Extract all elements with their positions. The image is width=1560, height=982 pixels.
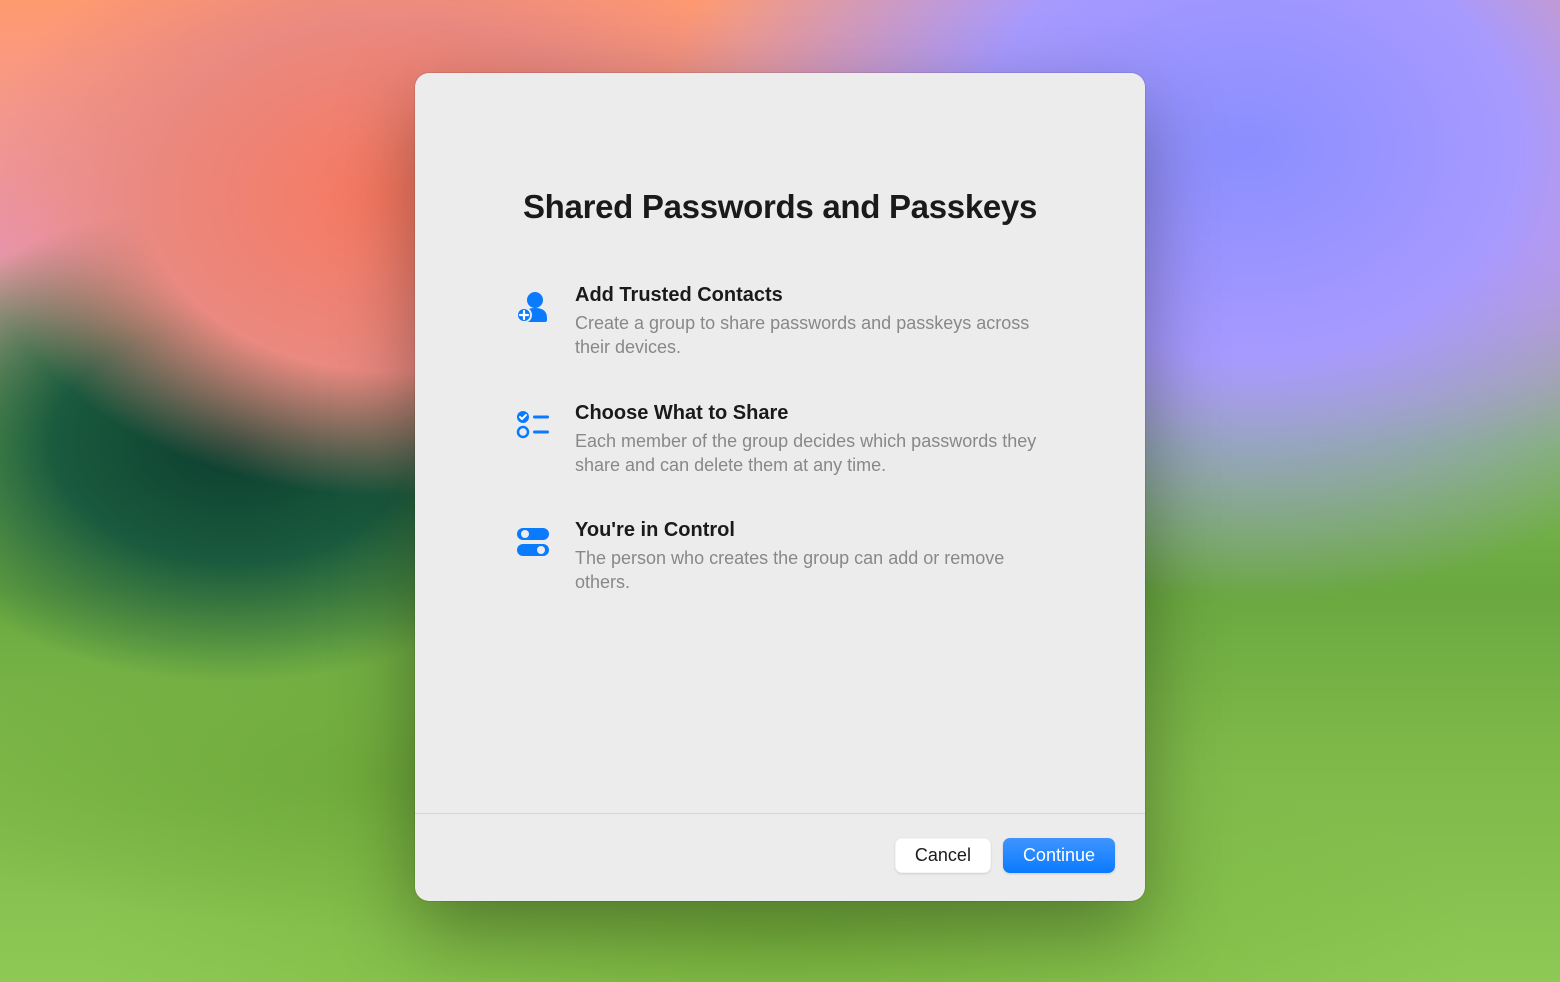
feature-title: Choose What to Share [575, 402, 1045, 425]
feature-text: Add Trusted Contacts Create a group to s… [575, 284, 1045, 360]
feature-text: Choose What to Share Each member of the … [575, 402, 1045, 478]
feature-title: You're in Control [575, 519, 1045, 542]
toggles-icon [515, 523, 551, 559]
feature-description: Create a group to share passwords and pa… [575, 311, 1045, 360]
feature-control: You're in Control The person who creates… [515, 519, 1045, 595]
feature-choose-share: Choose What to Share Each member of the … [515, 402, 1045, 478]
continue-button[interactable]: Continue [1003, 838, 1115, 873]
cancel-button[interactable]: Cancel [895, 838, 991, 873]
feature-add-contacts: Add Trusted Contacts Create a group to s… [515, 284, 1045, 360]
feature-description: The person who creates the group can add… [575, 546, 1045, 595]
dialog-title: Shared Passwords and Passkeys [515, 188, 1045, 226]
feature-title: Add Trusted Contacts [575, 284, 1045, 307]
dialog-footer: Cancel Continue [415, 813, 1145, 901]
feature-description: Each member of the group decides which p… [575, 429, 1045, 478]
checklist-icon [515, 406, 551, 442]
feature-text: You're in Control The person who creates… [575, 519, 1045, 595]
dialog-content: Shared Passwords and Passkeys Add Truste… [415, 73, 1145, 813]
person-add-icon [515, 288, 551, 324]
shared-passwords-dialog: Shared Passwords and Passkeys Add Truste… [415, 73, 1145, 901]
